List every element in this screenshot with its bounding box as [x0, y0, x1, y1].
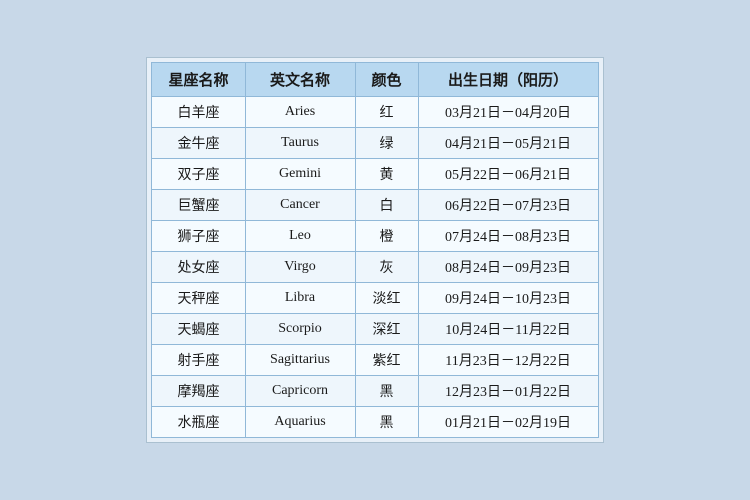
- cell-en-name: Libra: [245, 283, 355, 314]
- cell-color: 橙: [355, 221, 418, 252]
- cell-en-name: Leo: [245, 221, 355, 252]
- zodiac-table: 星座名称 英文名称 颜色 出生日期（阳历） 白羊座Aries红03月21日－04…: [151, 62, 598, 438]
- cell-color: 绿: [355, 128, 418, 159]
- cell-zh-name: 白羊座: [152, 97, 245, 128]
- table-row: 巨蟹座Cancer白06月22日－07月23日: [152, 190, 598, 221]
- cell-zh-name: 巨蟹座: [152, 190, 245, 221]
- cell-zh-name: 天蝎座: [152, 314, 245, 345]
- table-body: 白羊座Aries红03月21日－04月20日金牛座Taurus绿04月21日－0…: [152, 97, 598, 438]
- cell-date-range: 11月23日－12月22日: [418, 345, 598, 376]
- cell-date-range: 07月24日－08月23日: [418, 221, 598, 252]
- cell-date-range: 10月24日－11月22日: [418, 314, 598, 345]
- cell-color: 紫红: [355, 345, 418, 376]
- cell-en-name: Capricorn: [245, 376, 355, 407]
- table-row: 水瓶座Aquarius黑01月21日－02月19日: [152, 407, 598, 438]
- cell-zh-name: 摩羯座: [152, 376, 245, 407]
- header-en-name: 英文名称: [245, 63, 355, 97]
- header-date-range: 出生日期（阳历）: [418, 63, 598, 97]
- table-header-row: 星座名称 英文名称 颜色 出生日期（阳历）: [152, 63, 598, 97]
- cell-color: 黑: [355, 376, 418, 407]
- cell-zh-name: 处女座: [152, 252, 245, 283]
- cell-date-range: 05月22日－06月21日: [418, 159, 598, 190]
- cell-en-name: Virgo: [245, 252, 355, 283]
- table-row: 白羊座Aries红03月21日－04月20日: [152, 97, 598, 128]
- cell-date-range: 12月23日－01月22日: [418, 376, 598, 407]
- cell-date-range: 08月24日－09月23日: [418, 252, 598, 283]
- zodiac-table-container: 星座名称 英文名称 颜色 出生日期（阳历） 白羊座Aries红03月21日－04…: [146, 57, 603, 443]
- cell-zh-name: 双子座: [152, 159, 245, 190]
- cell-color: 白: [355, 190, 418, 221]
- cell-en-name: Sagittarius: [245, 345, 355, 376]
- cell-en-name: Aries: [245, 97, 355, 128]
- header-color: 颜色: [355, 63, 418, 97]
- cell-zh-name: 水瓶座: [152, 407, 245, 438]
- header-zh-name: 星座名称: [152, 63, 245, 97]
- table-row: 狮子座Leo橙07月24日－08月23日: [152, 221, 598, 252]
- cell-en-name: Cancer: [245, 190, 355, 221]
- cell-date-range: 06月22日－07月23日: [418, 190, 598, 221]
- cell-color: 黑: [355, 407, 418, 438]
- cell-date-range: 03月21日－04月20日: [418, 97, 598, 128]
- cell-date-range: 01月21日－02月19日: [418, 407, 598, 438]
- table-row: 摩羯座Capricorn黑12月23日－01月22日: [152, 376, 598, 407]
- cell-en-name: Gemini: [245, 159, 355, 190]
- cell-zh-name: 狮子座: [152, 221, 245, 252]
- cell-en-name: Aquarius: [245, 407, 355, 438]
- table-row: 天秤座Libra淡红09月24日－10月23日: [152, 283, 598, 314]
- cell-zh-name: 金牛座: [152, 128, 245, 159]
- table-row: 射手座Sagittarius紫红11月23日－12月22日: [152, 345, 598, 376]
- cell-color: 淡红: [355, 283, 418, 314]
- cell-zh-name: 射手座: [152, 345, 245, 376]
- cell-color: 黄: [355, 159, 418, 190]
- table-row: 金牛座Taurus绿04月21日－05月21日: [152, 128, 598, 159]
- cell-color: 红: [355, 97, 418, 128]
- table-row: 天蝎座Scorpio深红10月24日－11月22日: [152, 314, 598, 345]
- table-row: 处女座Virgo灰08月24日－09月23日: [152, 252, 598, 283]
- cell-date-range: 09月24日－10月23日: [418, 283, 598, 314]
- cell-zh-name: 天秤座: [152, 283, 245, 314]
- cell-color: 深红: [355, 314, 418, 345]
- cell-en-name: Taurus: [245, 128, 355, 159]
- cell-en-name: Scorpio: [245, 314, 355, 345]
- cell-date-range: 04月21日－05月21日: [418, 128, 598, 159]
- cell-color: 灰: [355, 252, 418, 283]
- table-row: 双子座Gemini黄05月22日－06月21日: [152, 159, 598, 190]
